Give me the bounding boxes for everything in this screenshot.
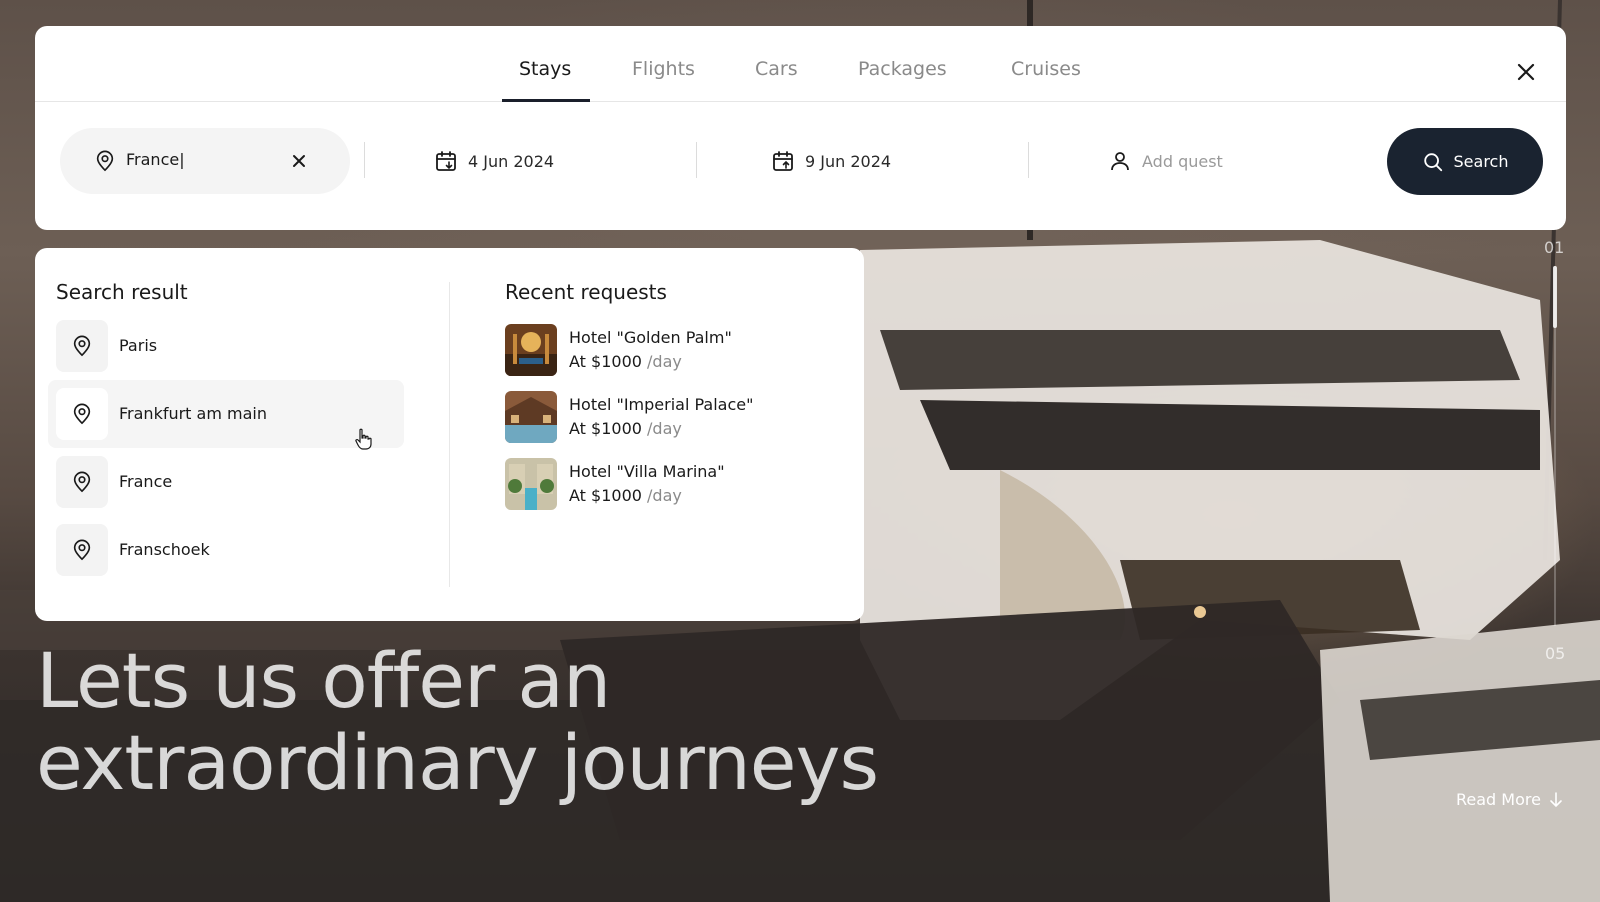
hero-line-1: Lets us offer an — [36, 636, 611, 725]
hotel-price-line: At $1000 /day — [569, 352, 682, 371]
hotel-thumbnail — [505, 458, 557, 510]
read-more-link[interactable]: Read More — [1456, 790, 1563, 809]
tab-bar: Stays Flights Cars Packages Cruises — [35, 26, 1566, 102]
search-button-label: Search — [1453, 152, 1509, 171]
result-pin — [56, 320, 108, 372]
arrow-down-icon — [1550, 791, 1562, 807]
search-result-item[interactable]: Frankfurt am main — [48, 380, 404, 448]
map-pin-icon — [96, 150, 114, 172]
calendar-check-out-icon — [773, 151, 793, 171]
hotel-thumbnail — [505, 391, 557, 443]
price-unit: /day — [647, 419, 682, 438]
field-divider — [696, 142, 697, 178]
tab-stays[interactable]: Stays — [519, 58, 571, 80]
hotel-price: At $1000 — [569, 419, 642, 438]
result-label: Paris — [119, 336, 158, 355]
destination-field[interactable]: France| — [60, 128, 350, 194]
check-in-field[interactable]: 4 Jun 2024 — [434, 128, 554, 194]
clear-input-icon[interactable] — [292, 154, 306, 168]
hero-heading: Lets us offer an extraordinary journeys — [36, 636, 879, 807]
slider-thumb[interactable] — [1553, 266, 1557, 328]
price-unit: /day — [647, 486, 682, 505]
hotel-thumbnail — [505, 324, 557, 376]
recent-request-item[interactable]: Hotel "Imperial Palace" At $1000 /day — [505, 391, 845, 445]
check-in-date: 4 Jun 2024 — [468, 151, 555, 171]
result-label: Frankfurt am main — [119, 404, 267, 423]
dropdown-divider — [449, 282, 450, 587]
close-icon — [1517, 63, 1535, 81]
result-label: France — [119, 472, 173, 491]
field-divider — [1028, 142, 1029, 178]
search-icon — [1423, 152, 1442, 171]
search-result-item[interactable]: France — [48, 448, 404, 516]
hotel-price: At $1000 — [569, 352, 642, 371]
map-pin-icon — [73, 471, 91, 493]
tab-cars[interactable]: Cars — [755, 58, 798, 80]
user-icon — [1111, 152, 1129, 171]
result-pin — [56, 456, 108, 508]
tab-packages[interactable]: Packages — [858, 58, 947, 80]
search-result-item[interactable]: Franschoek — [48, 516, 404, 584]
result-label: Franschoek — [119, 540, 210, 559]
guests-placeholder: Add quest — [1142, 151, 1223, 171]
recent-request-item[interactable]: Hotel "Golden Palm" At $1000 /day — [505, 324, 845, 378]
slide-current: 01 — [1544, 238, 1565, 257]
map-pin-icon — [73, 403, 91, 425]
calendar-check-in-icon — [436, 151, 456, 171]
search-panel: Stays Flights Cars Packages Cruises Fran… — [35, 26, 1566, 230]
hotel-price-line: At $1000 /day — [569, 419, 682, 438]
close-button[interactable] — [1514, 60, 1538, 84]
hero-line-2: extraordinary journeys — [36, 718, 879, 807]
search-button[interactable]: Search — [1387, 128, 1543, 195]
read-more-label: Read More — [1456, 790, 1541, 809]
tab-cruises[interactable]: Cruises — [1011, 58, 1081, 80]
hotel-name: Hotel "Villa Marina" — [569, 462, 725, 481]
map-pin-icon — [73, 539, 91, 561]
map-pin-icon — [73, 335, 91, 357]
search-result-item[interactable]: Paris — [48, 312, 404, 380]
hotel-price-line: At $1000 /day — [569, 486, 682, 505]
price-unit: /day — [647, 352, 682, 371]
slide-total: 05 — [1545, 644, 1566, 663]
guests-field[interactable]: Add quest — [1108, 128, 1223, 194]
destination-input[interactable]: France| — [126, 150, 185, 169]
hotel-name: Hotel "Golden Palm" — [569, 328, 732, 347]
result-pin — [56, 524, 108, 576]
active-tab-indicator — [502, 99, 590, 102]
check-out-field[interactable]: 9 Jun 2024 — [771, 128, 891, 194]
field-divider — [364, 142, 365, 178]
recent-request-item[interactable]: Hotel "Villa Marina" At $1000 /day — [505, 458, 845, 512]
recent-requests-title: Recent requests — [505, 280, 667, 304]
tab-flights[interactable]: Flights — [632, 58, 695, 80]
result-pin — [56, 388, 108, 440]
hotel-price: At $1000 — [569, 486, 642, 505]
check-out-date: 9 Jun 2024 — [805, 151, 892, 171]
search-result-title: Search result — [56, 280, 188, 304]
search-dropdown: Search result Paris Frankfurt am main Fr… — [35, 248, 864, 621]
hand-cursor-icon — [355, 428, 372, 450]
hotel-name: Hotel "Imperial Palace" — [569, 395, 754, 414]
